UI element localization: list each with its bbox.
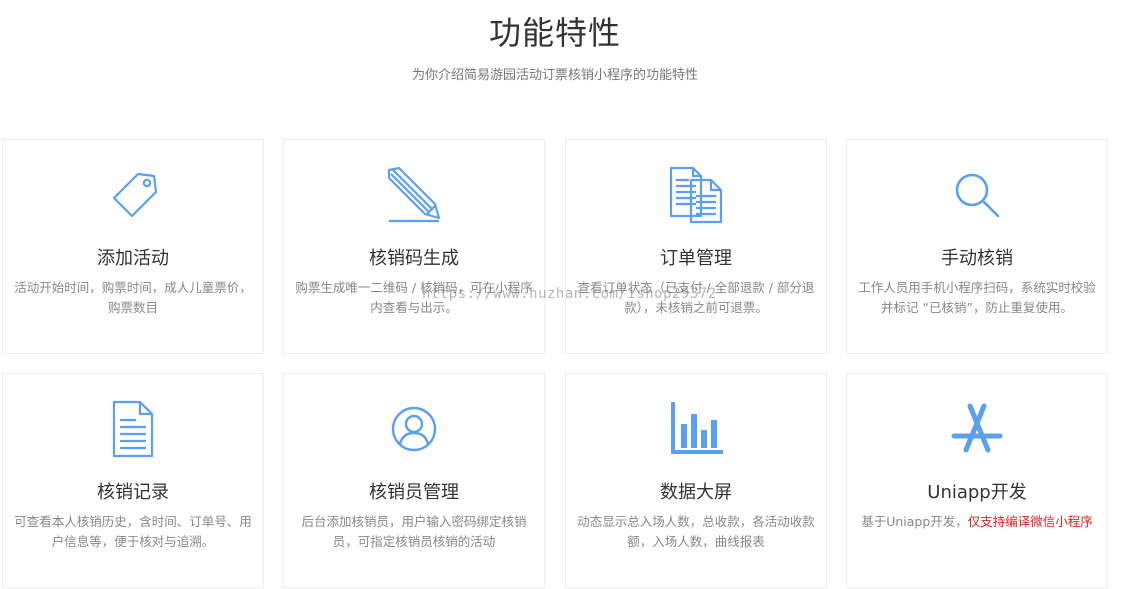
feature-desc-text: 基于Uniapp开发，: [861, 514, 968, 529]
features-grid: 添加活动 活动开始时间，购票时间，成人儿童票价，购票数目 核销码生成 购票生成唯…: [2, 139, 1108, 589]
feature-title: 核销记录: [97, 482, 169, 503]
feature-title: 添加活动: [97, 248, 169, 269]
pencil-icon: [284, 166, 544, 224]
feature-desc-highlight: 仅支持编译微信小程序: [967, 514, 1093, 529]
search-icon: [847, 166, 1107, 224]
app-store-icon: [847, 400, 1107, 458]
page-subtitle: 为你介绍简易游园活动订票核销小程序的功能特性: [411, 68, 698, 83]
feature-card-add-activity: 添加活动 活动开始时间，购票时间，成人儿童票价，购票数目: [2, 139, 264, 354]
features-page: 功能特性 为你介绍简易游园活动订票核销小程序的功能特性 添加活动 活动开始时间，…: [0, 0, 1144, 589]
feature-title: 数据大屏: [660, 482, 732, 503]
feature-title: 手动核销: [941, 248, 1013, 269]
feature-title: 订单管理: [660, 248, 732, 269]
feature-card-verifier-management: 核销员管理 后台添加核销员，用户输入密码绑定核销员，可指定核销员核销的活动: [283, 373, 545, 588]
feature-desc: 后台添加核销员，用户输入密码绑定核销员，可指定核销员核销的活动: [301, 514, 527, 549]
feature-card-verify-records: 核销记录 可查看本人核销历史，含时间、订单号、用户信息等，便于核对与追溯。: [2, 373, 264, 588]
tag-icon: [3, 166, 263, 224]
feature-desc: 动态显示总入场人数，总收款，各活动收款额，入场人数，曲线报表: [577, 514, 815, 549]
feature-card-manual-verify: 手动核销 工作人员用手机小程序扫码，系统实时校验并标记 “已核销”，防止重复使用…: [846, 139, 1108, 354]
feature-title: 核销员管理: [369, 482, 459, 503]
feature-desc: 工作人员用手机小程序扫码，系统实时校验并标记 “已核销”，防止重复使用。: [858, 280, 1096, 315]
bar-chart-icon: [566, 400, 826, 458]
feature-card-uniapp: Uniapp开发 基于Uniapp开发，仅支持编译微信小程序: [846, 373, 1108, 588]
feature-card-order-management: 订单管理 查看订单状态（已支付 / 全部退款 / 部分退款），未核销之前可退票。: [565, 139, 827, 354]
feature-desc: 查看订单状态（已支付 / 全部退款 / 部分退款），未核销之前可退票。: [577, 280, 815, 315]
page-title: 功能特性: [488, 14, 621, 52]
documents-icon: [566, 166, 826, 224]
document-icon: [3, 400, 263, 458]
feature-title: Uniapp开发: [927, 482, 1027, 503]
feature-desc: 基于Uniapp开发，仅支持编译微信小程序: [857, 512, 1097, 532]
feature-card-data-dashboard: 数据大屏 动态显示总入场人数，总收款，各活动收款额，入场人数，曲线报表: [565, 373, 827, 588]
user-icon: [284, 400, 544, 458]
feature-desc: 可查看本人核销历史，含时间、订单号、用户信息等，便于核对与追溯。: [14, 514, 252, 549]
feature-title: 核销码生成: [369, 248, 459, 269]
feature-desc: 购票生成唯一二维码 / 核销码，可在小程序内查看与出示。: [295, 280, 533, 315]
feature-desc: 活动开始时间，购票时间，成人儿童票价，购票数目: [14, 280, 252, 315]
feature-card-code-generation: 核销码生成 购票生成唯一二维码 / 核销码，可在小程序内查看与出示。: [283, 139, 545, 354]
